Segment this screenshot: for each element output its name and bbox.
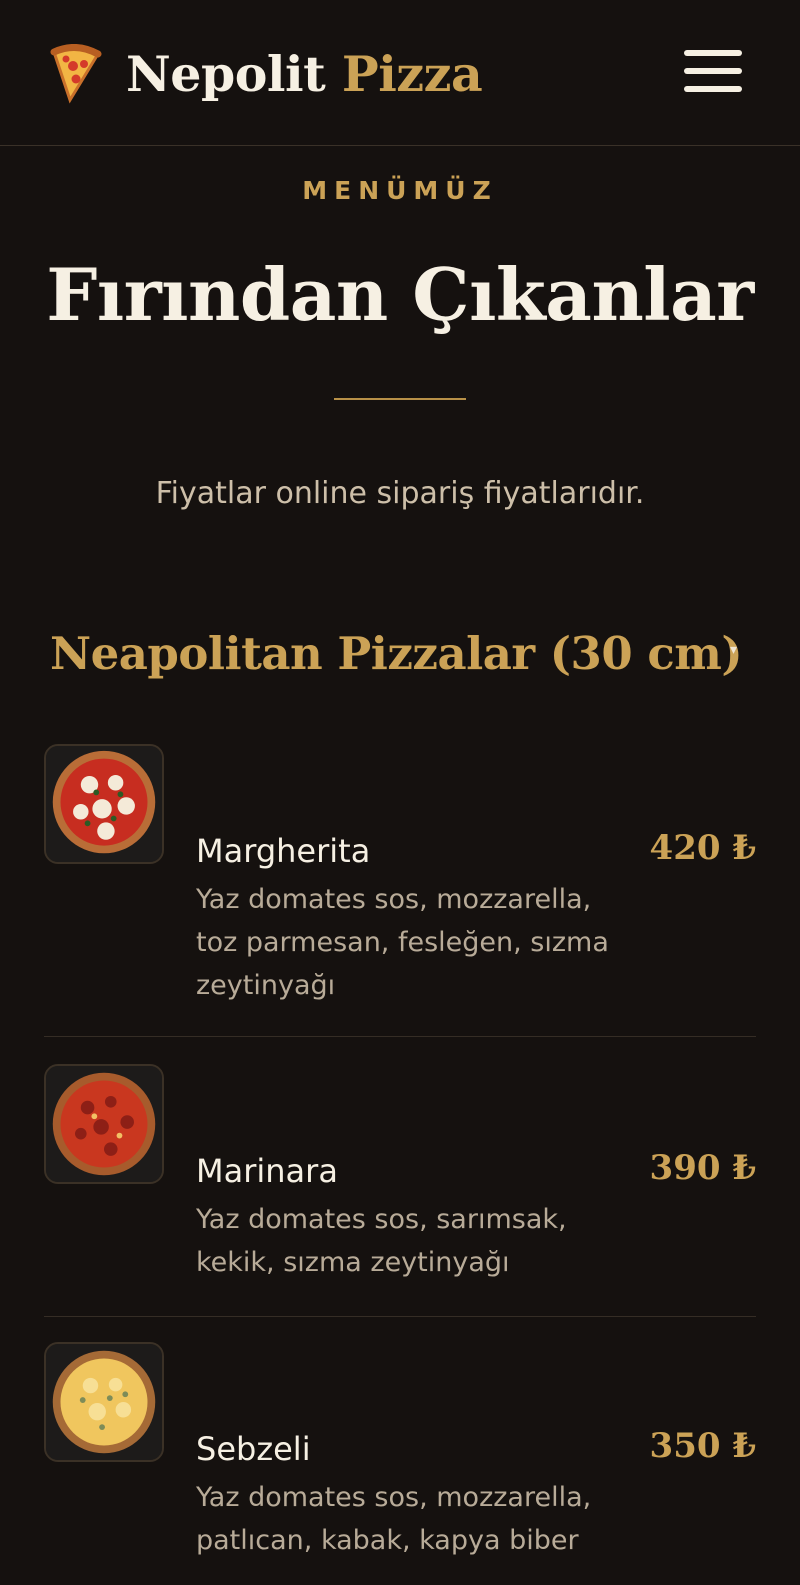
- section-eyebrow: MENÜMÜZ: [302, 176, 498, 205]
- pizza-photo: [44, 744, 164, 864]
- menu-line: [684, 68, 742, 74]
- menu-item[interactable]: Sebzeli 350 ₺ Yaz domates sos, mozzarell…: [44, 1342, 756, 1556]
- site-header: Nepolit Pizza: [0, 0, 800, 146]
- menu-line: [684, 86, 742, 92]
- item-description: Yaz domates sos, sarımsak, kekik, sızma …: [196, 1204, 567, 1278]
- item-name: Sebzeli: [196, 1430, 311, 1468]
- pizza-photo: [44, 1342, 164, 1462]
- brand-name-second: Pizza: [341, 45, 483, 103]
- item-price: 350 ₺: [649, 1426, 756, 1466]
- pizza-slice-icon[interactable]: [46, 44, 102, 104]
- brand-logo[interactable]: Nepolit Pizza: [126, 44, 483, 104]
- item-description: Yaz domates sos, mozzarella, patlıcan, k…: [196, 1482, 592, 1556]
- item-name: Marinara: [196, 1152, 338, 1190]
- item-description: Yaz domates sos, mozzarella, toz parmesa…: [196, 884, 609, 1001]
- menu-item[interactable]: Margherita 420 ₺ Yaz domates sos, mozzar…: [44, 744, 756, 1006]
- page-bottom-clip: [0, 1555, 800, 1585]
- hamburger-menu-icon[interactable]: [684, 50, 742, 94]
- category-title: Neapolitan Pizzalar (30 cm): [50, 627, 743, 680]
- price-note: Fiyatlar online sipariş fiyatlarıdır.: [155, 476, 645, 511]
- category-toggle[interactable]: Neapolitan Pizzalar (30 cm) ▾: [48, 624, 758, 688]
- item-name: Margherita: [196, 832, 371, 870]
- item-price: 390 ₺: [649, 1148, 756, 1188]
- item-price: 420 ₺: [649, 828, 756, 868]
- caret-down-icon: ▾: [730, 642, 738, 658]
- page-title: Fırından Çıkanlar: [46, 252, 754, 337]
- menu-item[interactable]: Marinara 390 ₺ Yaz domates sos, sarımsak…: [44, 1064, 756, 1306]
- brand-name-first: Nepolit: [126, 45, 326, 103]
- menu-line: [684, 50, 742, 56]
- item-divider: [44, 1036, 756, 1037]
- title-divider: [334, 398, 466, 400]
- pizza-photo: [44, 1064, 164, 1184]
- item-divider: [44, 1316, 756, 1317]
